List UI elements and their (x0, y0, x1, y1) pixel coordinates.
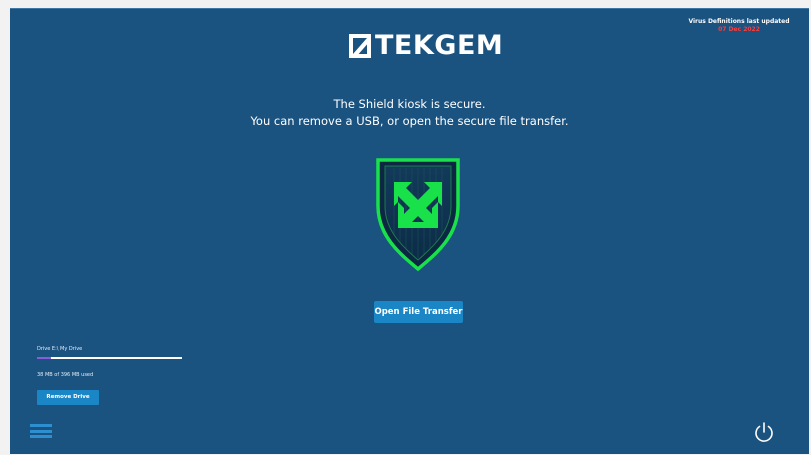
status-message-line1: The Shield kiosk is secure. (333, 97, 486, 111)
open-file-transfer-button[interactable]: Open File Transfer (374, 301, 463, 323)
tekgem-logo: TEKGEM (347, 29, 503, 63)
kiosk-screen: TEKGEM Virus Definitions last updated 07… (10, 8, 809, 454)
power-icon[interactable] (753, 421, 775, 443)
drive-name: Drive E:\ My Drive (37, 346, 83, 352)
drive-usage-fill (37, 357, 51, 359)
virus-definitions-date: 07 Dec 2022 (718, 26, 760, 33)
drive-usage-bar (37, 357, 182, 359)
status-message-line2: You can remove a USB, or open the secure… (250, 114, 569, 128)
virus-definitions-status: Virus Definitions last updated 07 Dec 20… (679, 18, 799, 34)
drive-usage-text: 38 MB of 396 MB used (37, 372, 94, 378)
drive-panel: Drive E:\ My Drive 38 MB of 396 MB used … (37, 346, 182, 405)
logo-text: TEKGEM (375, 30, 504, 61)
shield-icon (376, 158, 460, 272)
virus-definitions-label: Virus Definitions last updated (688, 18, 790, 25)
remove-drive-button[interactable]: Remove Drive (37, 390, 99, 405)
status-message: The Shield kiosk is secure. You can remo… (10, 96, 809, 130)
logo-mark-icon (349, 34, 371, 58)
hamburger-menu-icon[interactable] (30, 424, 52, 438)
